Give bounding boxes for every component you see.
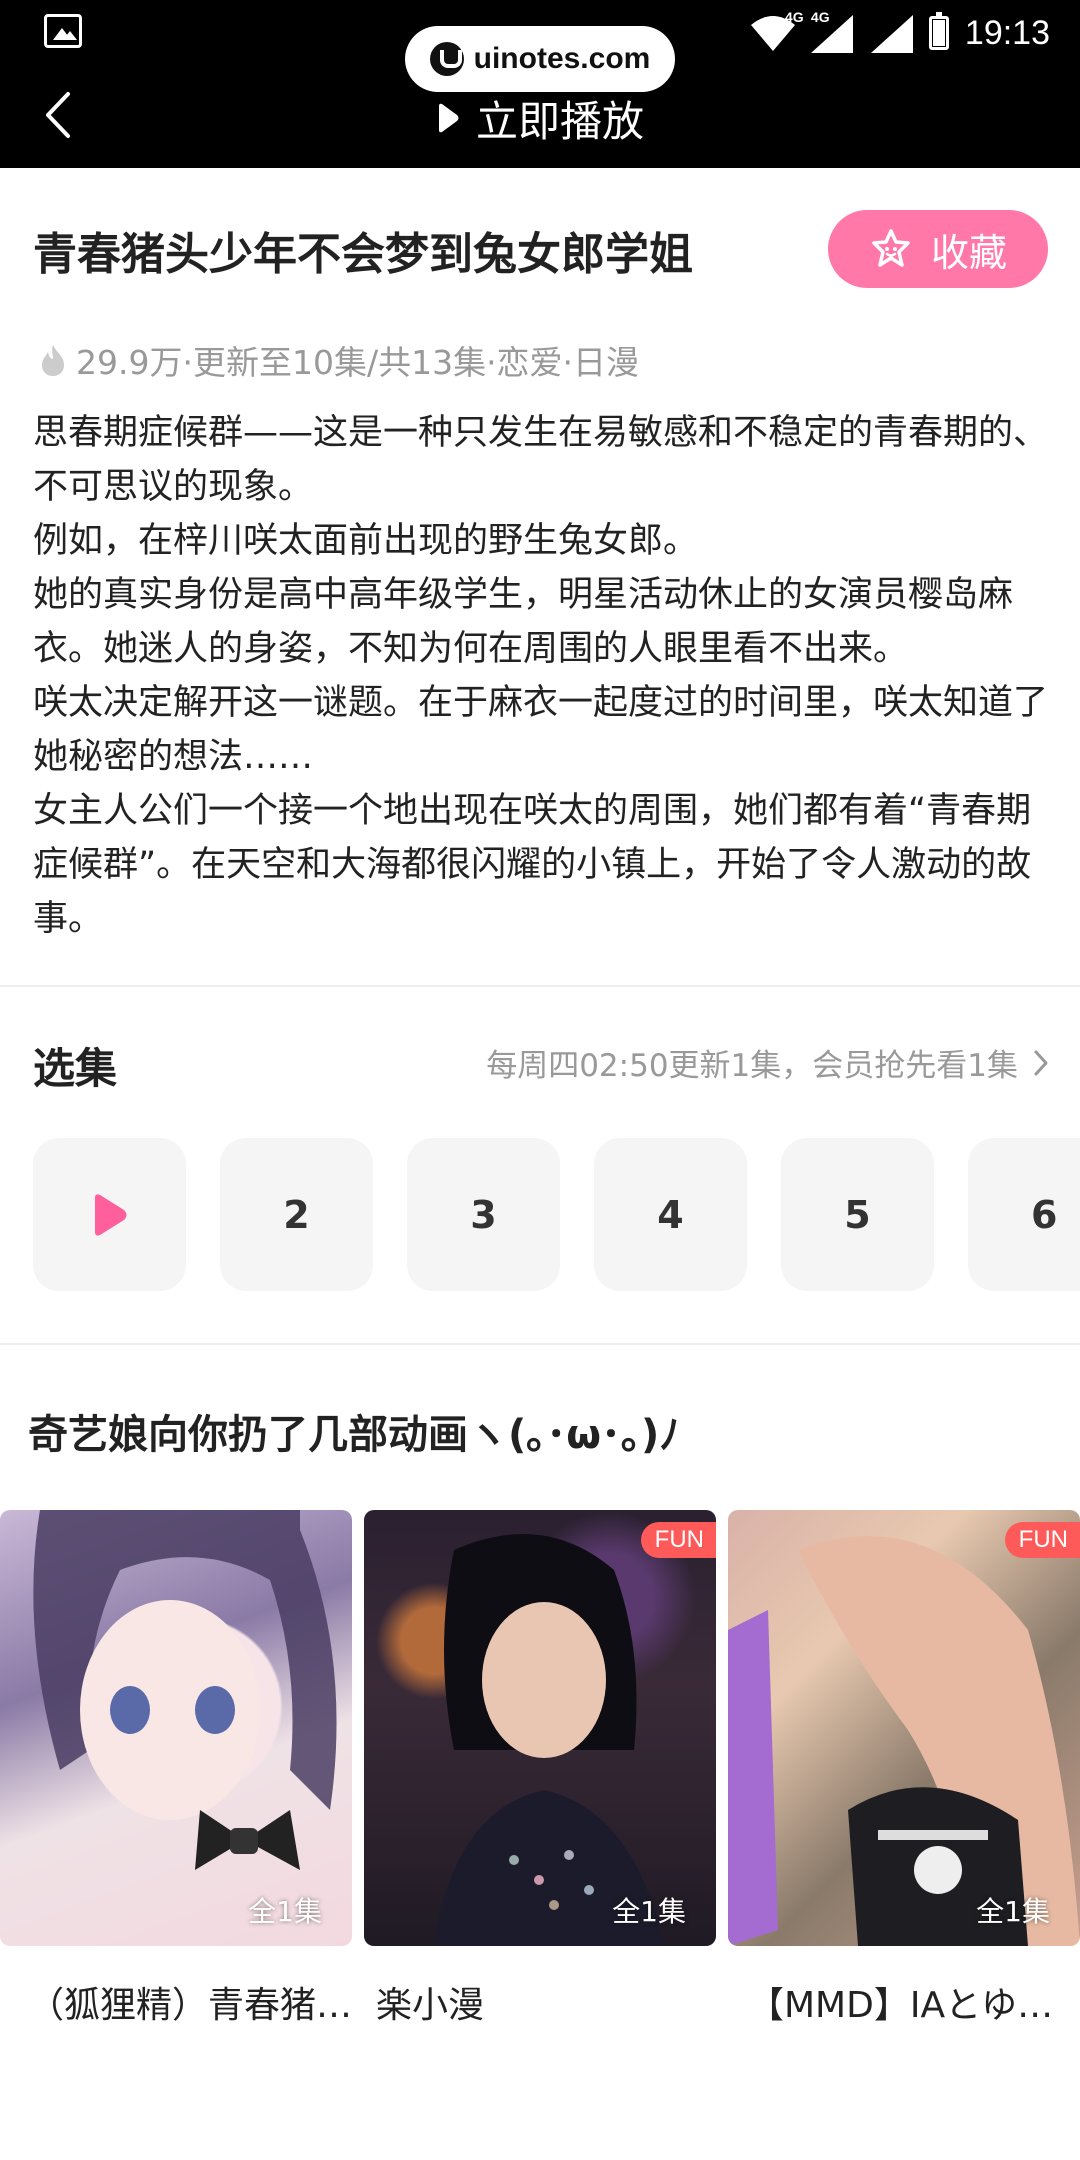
divider	[0, 985, 1080, 987]
episode-count: 全1集	[248, 1895, 322, 1928]
show-description: 思春期症候群——这是一种只发生在易敏感和不稳定的青春期的、不可思议的现象。 例如…	[33, 406, 1053, 946]
wifi-icon: 4G	[749, 9, 804, 55]
play-now-label: 立即播放	[475, 96, 644, 146]
episode-count: 全1集	[976, 1895, 1050, 1928]
episode-button[interactable]: 2	[220, 1138, 373, 1291]
play-now-button[interactable]: 立即播放	[0, 88, 1080, 148]
battery-icon	[928, 12, 949, 50]
card-title: 楽小漫	[376, 1985, 485, 2026]
episode-button[interactable]: 4	[594, 1138, 747, 1291]
card-title: 【MMD】IAとゆ…	[748, 1985, 1054, 2026]
status-time: 19:13	[964, 13, 1050, 52]
episode-button[interactable]: 6	[968, 1138, 1080, 1291]
episodes-update-link[interactable]: 每周四02:50更新1集，会员抢先看1集	[486, 1040, 1050, 1085]
episode-current-button[interactable]	[33, 1138, 186, 1291]
fun-badge: FUN	[1004, 1522, 1080, 1558]
favorite-label: 收藏	[930, 230, 1007, 275]
watermark-text: uinotes.com	[473, 42, 651, 75]
mmd-character-illustration	[728, 1536, 1080, 1946]
card-thumbnail: FUN 全1集	[364, 1510, 716, 1946]
fun-badge: FUN	[640, 1522, 716, 1558]
description-paragraph: 例如，在梓川咲太面前出现的野生兔女郎。	[33, 521, 699, 561]
recommend-card[interactable]: 全1集 （狐狸精）青春猪…	[0, 1510, 352, 2028]
watermark: uinotes.com	[405, 26, 675, 92]
play-icon	[438, 103, 459, 133]
recommend-card[interactable]: FUN 全1集 楽小漫	[364, 1510, 716, 2028]
description-paragraph: 她的真实身份是高中高年级学生，明星活动休止的女演员樱岛麻衣。她迷人的身姿，不知为…	[33, 575, 1014, 669]
chevron-right-icon	[1034, 1050, 1048, 1075]
recommend-card[interactable]: FUN 全1集 【MMD】IAとゆ…	[728, 1510, 1080, 2028]
net-type-label: 4G	[784, 9, 804, 25]
episode-button[interactable]: 3	[407, 1138, 560, 1291]
show-title: 青春猪头少年不会梦到兔女郎学姐	[33, 229, 693, 280]
favorite-icon	[872, 229, 910, 267]
anime-girl-illustration	[33, 1510, 337, 1870]
divider	[0, 1343, 1080, 1345]
episode-count: 全1集	[612, 1895, 686, 1928]
recommend-list: 全1集 （狐狸精）青春猪… FUN 全1集 楽小漫 FUN 全1集 【MMD】I…	[0, 1510, 1080, 2050]
favorite-button[interactable]: 收藏	[828, 210, 1048, 288]
card-title: （狐狸精）青春猪…	[28, 1985, 352, 2026]
logo-icon	[429, 42, 464, 76]
episode-button[interactable]: 5	[781, 1138, 934, 1291]
gallery-icon	[44, 14, 82, 48]
flame-icon	[42, 345, 64, 376]
signal-icon	[869, 11, 919, 55]
portrait-photo	[434, 1534, 664, 1946]
card-thumbnail: FUN 全1集	[728, 1510, 1080, 1946]
description-paragraph: 思春期症候群——这是一种只发生在易敏感和不稳定的青春期的、不可思议的现象。	[33, 413, 1049, 507]
show-meta: 29.9万·更新至10集/共13集·恋爱·日漫	[38, 336, 639, 384]
episodes-title: 选集	[33, 1044, 118, 1093]
net-type-label: 4G	[810, 9, 830, 25]
play-icon	[94, 1193, 126, 1236]
episode-list: 2 3 4 5 6	[33, 1138, 1080, 1291]
card-thumbnail: 全1集	[0, 1510, 352, 1946]
description-paragraph: 咲太决定解开这一谜题。在于麻衣一起度过的时间里，咲太知道了她秘密的想法……	[33, 683, 1049, 777]
top-bar: 4G 4G 19:13 uinotes.com 立即播放	[0, 0, 1080, 168]
recommend-title: 奇艺娘向你扔了几部动画ヽ(｡･ω･｡)ﾉ	[28, 1412, 680, 1458]
signal-icon: 4G	[809, 9, 859, 55]
description-paragraph: 女主人公们一个接一个地出现在咲太的周围，她们都有着“青春期症候群”。在天空和大海…	[33, 791, 1032, 939]
show-meta-text: 29.9万·更新至10集/共13集·恋爱·日漫	[76, 343, 640, 382]
episodes-update-note: 每周四02:50更新1集，会员抢先看1集	[486, 1048, 1018, 1084]
